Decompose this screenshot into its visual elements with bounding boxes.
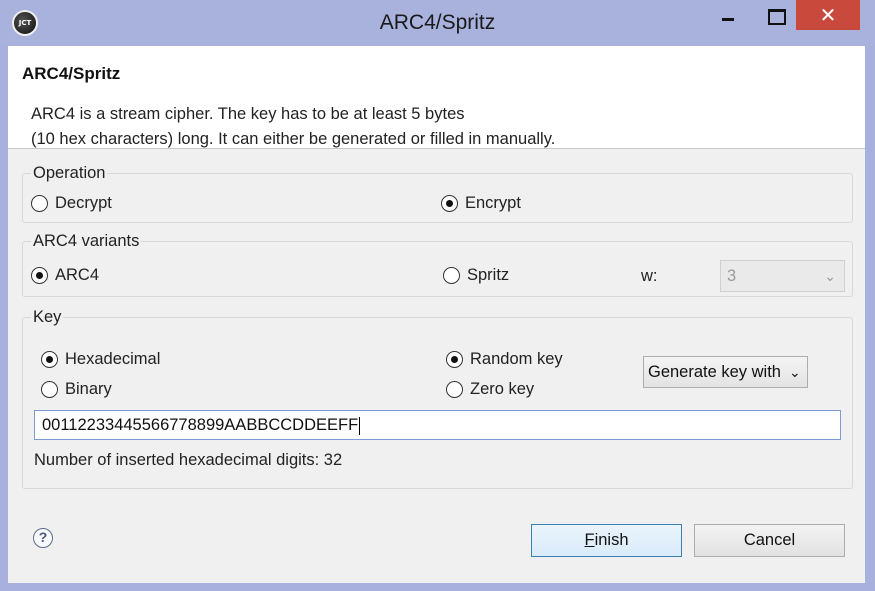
- text-caret: [359, 416, 361, 435]
- random-key-radio-label: Random key: [470, 350, 563, 368]
- spritz-radio-label: Spritz: [467, 266, 510, 284]
- spritz-radio-circle[interactable]: [443, 267, 460, 284]
- binary-radio[interactable]: Binary: [41, 380, 112, 399]
- zero-key-radio-circle[interactable]: [446, 381, 463, 398]
- cancel-button[interactable]: Cancel: [694, 524, 845, 557]
- maximize-button[interactable]: [752, 0, 798, 32]
- finish-mnemonic: F: [584, 531, 595, 549]
- key-group-label: Key: [31, 308, 64, 327]
- generate-key-with-dropdown[interactable]: Generate key with ⌄: [643, 356, 808, 388]
- title-bar[interactable]: JCT ARC4/Spritz ✕: [0, 0, 875, 46]
- binary-radio-label: Binary: [65, 380, 112, 398]
- dialog-client-area: ARC4/Spritz ARC4 is a stream cipher. The…: [8, 46, 865, 583]
- random-key-radio-circle[interactable]: [446, 351, 463, 368]
- encrypt-radio[interactable]: Encrypt: [441, 194, 521, 213]
- dialog-window: JCT ARC4/Spritz ✕ ARC4/Spritz ARC4 is a …: [0, 0, 875, 591]
- decrypt-radio[interactable]: Decrypt: [31, 194, 112, 213]
- zero-key-radio-label: Zero key: [470, 380, 535, 398]
- maximize-icon: [768, 9, 786, 25]
- header-description: ARC4 is a stream cipher. The key has to …: [31, 102, 555, 152]
- generate-key-with-label: Generate key with: [648, 363, 781, 381]
- w-label: w:: [641, 267, 658, 285]
- encrypt-radio-label: Encrypt: [465, 194, 521, 212]
- decrypt-radio-label: Decrypt: [55, 194, 112, 212]
- minimize-icon: [722, 18, 734, 21]
- description-line-2: (10 hex characters) long. It can either …: [31, 130, 556, 148]
- encrypt-radio-circle[interactable]: [441, 195, 458, 212]
- chevron-down-icon: ⌄: [788, 364, 801, 380]
- digit-count-text: Number of inserted hexadecimal digits: 3…: [34, 451, 343, 469]
- key-input[interactable]: 00112233445566778899AABBCCDDEEFF: [34, 410, 841, 440]
- hexadecimal-radio[interactable]: Hexadecimal: [41, 350, 160, 369]
- arc4-variants-group: ARC4 variants ARC4 Spritz w: 3 ⌄: [22, 232, 853, 297]
- arc4-variants-group-label: ARC4 variants: [31, 232, 142, 251]
- dialog-header: ARC4/Spritz ARC4 is a stream cipher. The…: [8, 46, 865, 149]
- finish-label-rest: inish: [594, 531, 629, 549]
- binary-radio-circle[interactable]: [41, 381, 58, 398]
- help-icon[interactable]: ?: [33, 528, 53, 548]
- arc4-radio-label: ARC4: [55, 266, 100, 284]
- close-button[interactable]: ✕: [796, 0, 860, 30]
- arc4-radio-circle[interactable]: [31, 267, 48, 284]
- zero-key-radio[interactable]: Zero key: [446, 380, 534, 399]
- arc4-radio[interactable]: ARC4: [31, 266, 99, 285]
- chevron-down-icon: ⌄: [824, 268, 836, 284]
- w-combo-value: 3: [727, 267, 737, 285]
- operation-group: Operation Decrypt Encrypt: [22, 164, 853, 223]
- key-group: Key Hexadecimal Binary Random key Zero k…: [22, 308, 853, 489]
- close-icon: ✕: [819, 3, 837, 27]
- spritz-radio[interactable]: Spritz: [443, 266, 509, 285]
- hexadecimal-radio-label: Hexadecimal: [65, 350, 161, 368]
- w-combo[interactable]: 3 ⌄: [720, 260, 845, 292]
- hexadecimal-radio-circle[interactable]: [41, 351, 58, 368]
- operation-group-label: Operation: [31, 164, 108, 183]
- finish-button[interactable]: Finish: [531, 524, 682, 557]
- header-title: ARC4/Spritz: [22, 64, 121, 83]
- description-line-1: ARC4 is a stream cipher. The key has to …: [31, 105, 465, 123]
- key-input-value: 00112233445566778899AABBCCDDEEFF: [42, 416, 359, 434]
- minimize-button[interactable]: [705, 0, 751, 32]
- random-key-radio[interactable]: Random key: [446, 350, 563, 369]
- decrypt-radio-circle[interactable]: [31, 195, 48, 212]
